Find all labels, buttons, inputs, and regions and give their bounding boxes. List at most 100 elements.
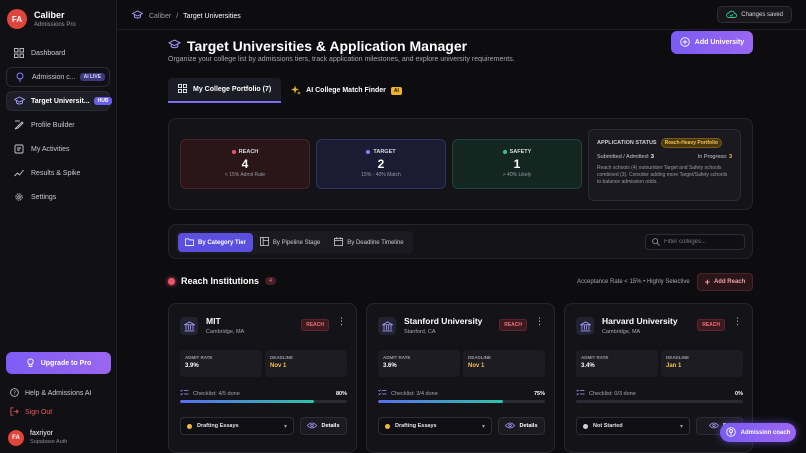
add-university-button[interactable]: Add University — [671, 31, 753, 54]
plus-icon: + — [704, 277, 710, 287]
portfolio-stats-panel: REACH 4 < 15% Admit Rate TARGET 2 15% - … — [168, 118, 753, 210]
eye-icon — [505, 422, 516, 431]
admit-rate-metric: ADMIT RATE 3.9% — [180, 350, 262, 377]
target-stat-sub: 15% - 40% Match — [361, 172, 401, 178]
details-button[interactable]: Details — [300, 417, 347, 435]
sidebar-item-profile-builder[interactable]: Profile Builder — [6, 115, 110, 135]
kanban-icon — [259, 237, 269, 248]
page-title-text: Target Universities & Application Manage… — [187, 38, 468, 54]
details-label: Details — [321, 423, 340, 429]
upgrade-label: Upgrade to Pro — [40, 359, 92, 367]
institution-icon — [576, 317, 594, 335]
tab-label: AI College Match Finder — [306, 87, 386, 94]
avatar: FA — [8, 429, 24, 446]
checklist-row: Checklist: 0/3 done 0% — [576, 389, 743, 398]
target-stat-card[interactable]: TARGET 2 15% - 40% Match — [316, 139, 446, 189]
details-button[interactable]: Details — [498, 417, 545, 435]
university-name[interactable]: Stanford University — [404, 316, 482, 326]
sign-out-link[interactable]: Sign Out — [10, 407, 52, 418]
sidebar-item-label: Admission c... — [32, 73, 76, 81]
sidebar-item-label: Dashboard — [31, 49, 66, 57]
admission-coach-button[interactable]: Admission coach — [720, 423, 796, 442]
eye-icon — [307, 422, 318, 431]
add-university-label: Add University — [694, 39, 745, 46]
sign-out-label: Sign Out — [25, 409, 53, 416]
safety-stat-card[interactable]: SAFETY 1 > 40% Likely — [452, 139, 582, 189]
brand[interactable]: FA Caliber Admissions Pro — [7, 9, 76, 29]
deadline-label: DEADLINE — [666, 355, 690, 360]
reach-dot-icon — [231, 150, 236, 154]
breadcrumb: Caliber / Target Universities — [131, 10, 241, 22]
add-reach-button[interactable]: + Add Reach — [697, 273, 753, 291]
application-status-counts: Submitted / Admitted: 3 In Progress: 3 — [597, 154, 732, 160]
chevron-down-icon: ▾ — [283, 423, 287, 430]
pipeline-status-value: Drafting Essays — [197, 423, 239, 429]
checklist-icon — [378, 389, 387, 398]
sidebar-item-admission-coach[interactable]: Admission c... AI LIVE — [6, 67, 110, 87]
checklist-percent: 80% — [335, 390, 347, 397]
brand-name: Caliber — [34, 9, 65, 20]
tab-ai-college-match-finder[interactable]: AI College Match Finder AI — [281, 78, 412, 103]
user-profile[interactable]: FA faxriyor Supabase Auth — [8, 429, 67, 446]
deadline-metric: DEADLINE Nov 1 — [463, 350, 545, 377]
target-stat-label: TARGET — [317, 149, 445, 155]
application-status-note: Reach schools (4) outnumber Target and S… — [597, 165, 728, 185]
by-category-tier-button[interactable]: By Category Tier — [178, 233, 253, 252]
checklist-percent: 0% — [735, 390, 743, 397]
help-label: Help & Admissions AI — [25, 390, 92, 397]
help-link[interactable]: ? Help & Admissions AI — [10, 388, 92, 399]
sidebar-item-settings[interactable]: Settings — [6, 187, 110, 207]
topbar: Caliber / Target Universities Changes sa… — [118, 0, 806, 30]
sidebar-item-dashboard[interactable]: Dashboard — [6, 43, 110, 63]
pipeline-status-select[interactable]: Drafting Essays ▾ — [180, 417, 294, 435]
sidebar-item-label: My Activities — [31, 145, 70, 153]
university-name[interactable]: Harvard University — [602, 316, 678, 326]
admit-rate-value: 3.4% — [581, 363, 595, 369]
tab-bar: My College Portfolio (7) AI College Matc… — [168, 78, 412, 103]
breadcrumb-current: Target Universities — [183, 12, 241, 20]
rocket-icon — [26, 357, 35, 369]
brand-avatar: FA — [7, 9, 27, 29]
institution-icon — [378, 317, 396, 335]
upgrade-button[interactable]: Upgrade to Pro — [6, 352, 111, 374]
chat-bot-icon — [725, 426, 736, 439]
by-deadline-timeline-button[interactable]: By Deadline Timeline — [327, 233, 410, 252]
application-status-card: APPLICATION STATUS Reach-Heavy Portfolio… — [588, 129, 741, 201]
by-pipeline-stage-button[interactable]: By Pipeline Stage — [253, 233, 327, 252]
safety-stat-label-text: SAFETY — [509, 149, 532, 155]
university-location: Stanford, CA — [404, 329, 436, 335]
checklist-progress-bar — [378, 400, 545, 403]
brand-sub: Admissions Pro — [34, 21, 76, 28]
status-dot-icon — [385, 423, 390, 429]
svg-text:?: ? — [13, 391, 16, 397]
user-auth: Supabase Auth — [30, 439, 68, 445]
chevron-down-icon: ▾ — [481, 423, 485, 430]
checklist-row: Checklist: 4/5 done 80% — [180, 389, 347, 398]
deadline-value: Jan 1 — [666, 363, 682, 369]
pipeline-status-select[interactable]: Not Started ▾ — [576, 417, 690, 435]
status-badge: Reach-Heavy Portfolio — [660, 138, 722, 148]
tier-badge: REACH — [499, 319, 527, 331]
admission-coach-label: Admission coach — [740, 429, 791, 436]
sidebar-item-target-universities[interactable]: Target Universit... HUB — [6, 91, 113, 111]
university-name[interactable]: MIT — [206, 316, 221, 326]
safety-stat-sub: > 40% Likely — [502, 172, 532, 178]
reach-stat-card[interactable]: REACH 4 < 15% Admit Rate — [180, 139, 310, 189]
search-input[interactable] — [664, 239, 744, 245]
breadcrumb-root[interactable]: Caliber — [149, 13, 171, 20]
university-card-stanford[interactable]: Stanford University Stanford, CA REACH ⋮… — [366, 303, 555, 453]
more-options-icon[interactable]: ⋮ — [535, 316, 544, 327]
university-location: Cambridge, MA — [602, 329, 641, 335]
tab-my-college-portfolio[interactable]: My College Portfolio (7) — [168, 78, 282, 103]
sidebar-item-my-activities[interactable]: My Activities — [6, 139, 110, 159]
more-options-icon[interactable]: ⋮ — [733, 316, 742, 327]
search-box[interactable] — [645, 234, 745, 250]
deadline-label: DEADLINE — [468, 355, 492, 360]
pipeline-status-select[interactable]: Drafting Essays ▾ — [378, 417, 492, 435]
sidebar-item-label: Profile Builder — [31, 121, 75, 129]
university-card-mit[interactable]: MIT Cambridge, MA REACH ⋮ ADMIT RATE 3.9… — [168, 303, 357, 453]
hub-pill: HUB — [93, 97, 113, 105]
more-options-icon[interactable]: ⋮ — [337, 316, 346, 327]
sidebar-item-results-spike[interactable]: Results & Spike — [6, 163, 110, 183]
target-dot-icon — [366, 150, 371, 154]
